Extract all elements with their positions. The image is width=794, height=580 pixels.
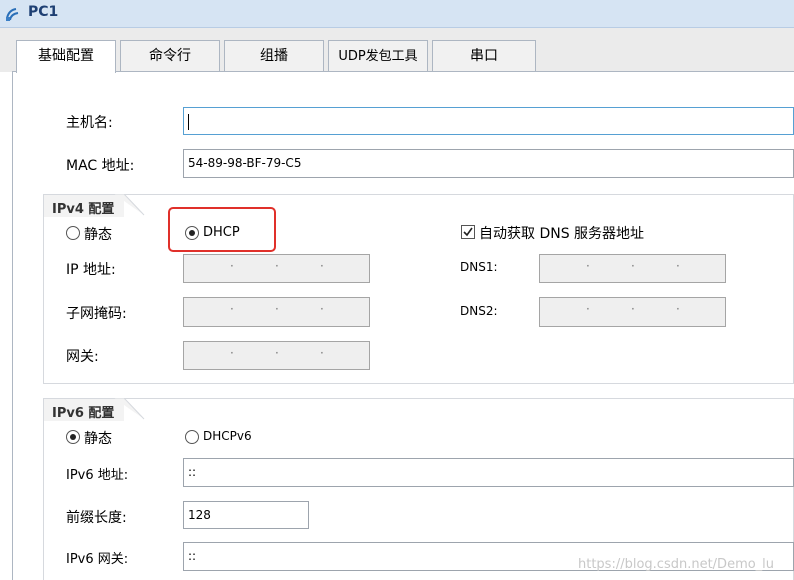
- hostname-label: 主机名:: [66, 115, 113, 131]
- subnet-mask-label: 子网掩码:: [66, 306, 127, 322]
- gateway-field[interactable]: · · ·: [183, 341, 370, 370]
- ip-separator: ·: [676, 259, 680, 273]
- prefix-length-label: 前缀长度:: [66, 510, 127, 526]
- ip-separator: ·: [320, 346, 324, 360]
- ip-separator: ·: [320, 302, 324, 316]
- ip-separator: ·: [230, 259, 234, 273]
- dns2-label: DNS2:: [460, 304, 498, 318]
- ipv6-address-label: IPv6 地址:: [66, 468, 129, 483]
- auto-dns-label: 自动获取 DNS 服务器地址: [479, 226, 645, 242]
- ipv4-group-title: IPv4 配置: [52, 202, 115, 217]
- ip-separator: ·: [586, 259, 590, 273]
- ipv4-static-label: 静态: [84, 227, 112, 243]
- ip-separator: ·: [275, 302, 279, 316]
- ip-separator: ·: [275, 346, 279, 360]
- mac-label: MAC 地址:: [66, 158, 135, 174]
- tab-udp-tool[interactable]: UDP发包工具: [328, 40, 428, 71]
- ipv6-address-field[interactable]: ::: [183, 458, 794, 487]
- ipv6-dhcpv6-label: DHCPv6: [203, 429, 252, 443]
- ip-separator: ·: [320, 259, 324, 273]
- ipv4-static-radio[interactable]: [66, 226, 80, 240]
- dns2-field[interactable]: · · ·: [539, 297, 726, 327]
- ip-separator: ·: [230, 346, 234, 360]
- ipv4-config-group: [43, 194, 794, 384]
- ipv4-ip-label: IP 地址:: [66, 262, 116, 278]
- ip-separator: ·: [676, 302, 680, 316]
- tab-multicast[interactable]: 组播: [224, 40, 324, 71]
- ipv4-ip-field[interactable]: · · ·: [183, 254, 370, 283]
- ipv6-group-title: IPv6 配置: [52, 406, 115, 421]
- dns1-label: DNS1:: [460, 260, 498, 274]
- watermark-text: https://blog.csdn.net/Demo_lu: [578, 557, 775, 572]
- gateway-label: 网关:: [66, 349, 99, 365]
- window-title: PC1: [28, 4, 59, 20]
- ip-separator: ·: [586, 302, 590, 316]
- subnet-mask-field[interactable]: · · ·: [183, 297, 370, 327]
- ipv6-static-label: 静态: [84, 431, 112, 447]
- ip-separator: ·: [631, 259, 635, 273]
- ip-separator: ·: [275, 259, 279, 273]
- ipv6-dhcpv6-radio[interactable]: [185, 430, 199, 444]
- ipv6-gateway-label: IPv6 网关:: [66, 552, 129, 567]
- check-icon: [463, 227, 473, 237]
- title-bar: [0, 0, 794, 28]
- highlight-box: [168, 207, 276, 252]
- text-cursor: [188, 113, 189, 130]
- ip-separator: ·: [230, 302, 234, 316]
- radio-selected-dot: [70, 434, 76, 440]
- dns1-field[interactable]: · · ·: [539, 254, 726, 283]
- group-tab-edge: [114, 194, 145, 216]
- tab-serial[interactable]: 串口: [432, 40, 536, 71]
- prefix-length-field[interactable]: 128: [183, 501, 309, 529]
- ip-separator: ·: [631, 302, 635, 316]
- hostname-input[interactable]: [183, 107, 794, 135]
- auto-dns-checkbox[interactable]: [461, 225, 475, 239]
- tab-basic-config[interactable]: 基础配置: [16, 40, 116, 73]
- ipv6-static-radio[interactable]: [66, 430, 80, 444]
- group-tab-edge: [114, 398, 145, 420]
- mac-address-field[interactable]: 54-89-98-BF-79-C5: [183, 149, 794, 178]
- network-pc-icon: [6, 8, 19, 21]
- tab-command-line[interactable]: 命令行: [120, 40, 220, 71]
